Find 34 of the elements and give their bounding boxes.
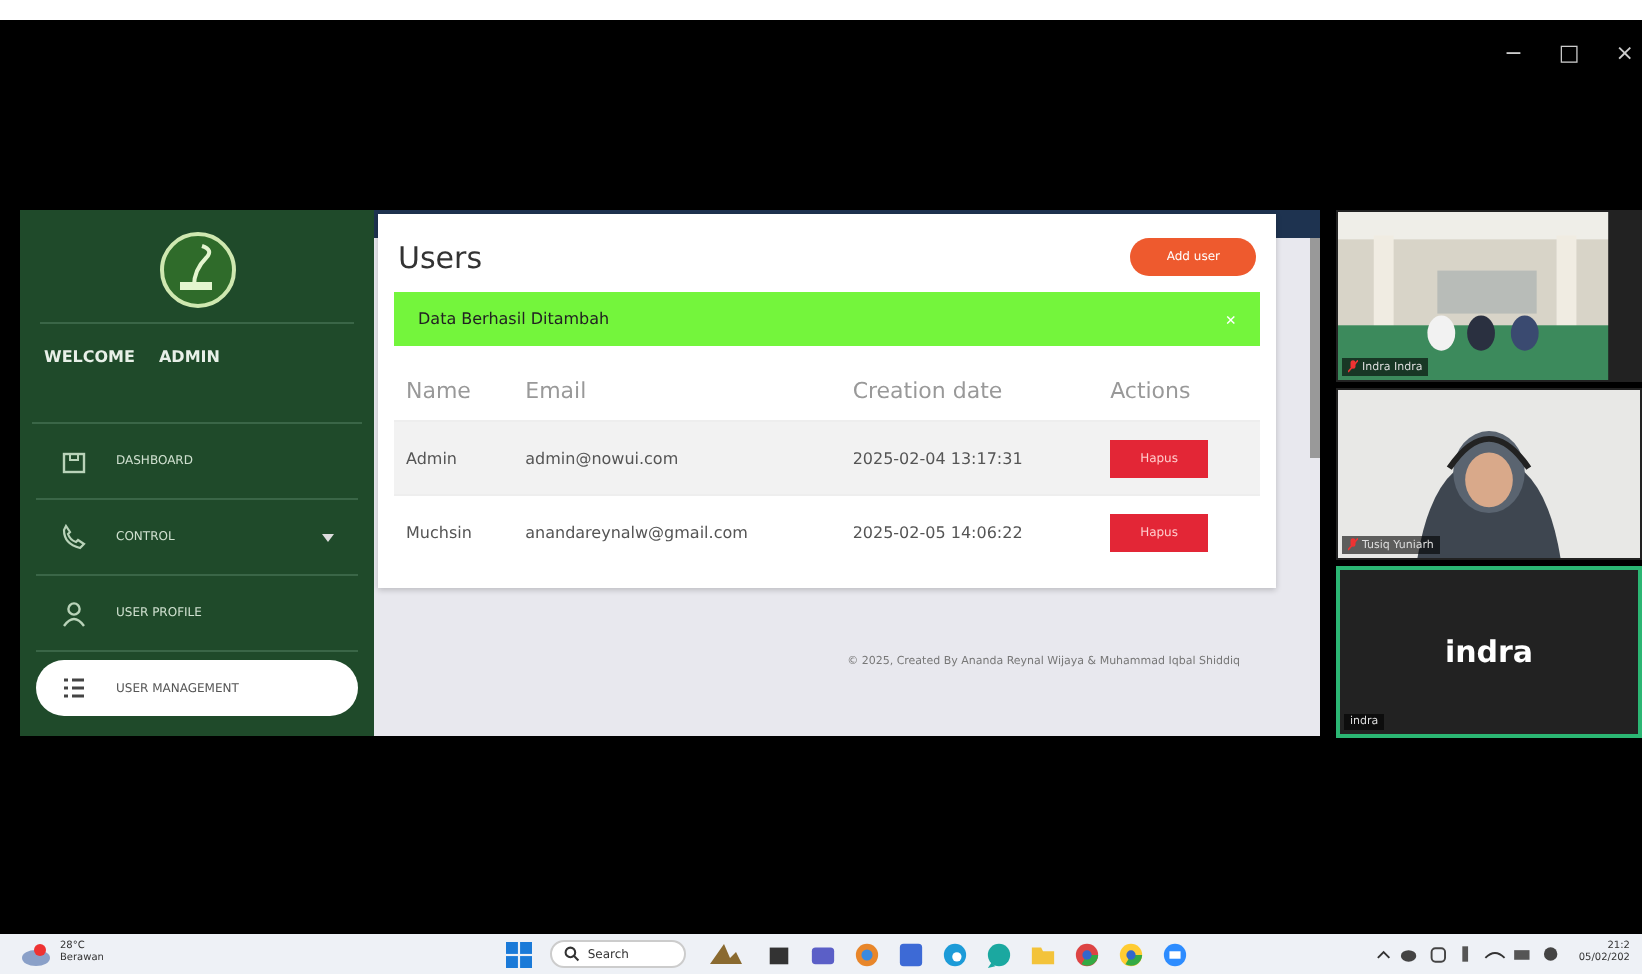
chat-bubble-icon[interactable] xyxy=(986,941,1013,967)
chrome-icon[interactable] xyxy=(1074,941,1101,967)
window-control[interactable]: − xyxy=(1504,40,1523,66)
column-header: Email xyxy=(513,362,841,421)
table-cell: Muchsin xyxy=(406,523,472,541)
table-cell: anandareynalw@gmail.com xyxy=(525,523,748,541)
page-title: Users xyxy=(398,239,483,275)
table-cell: 2025-02-04 13:17:31 xyxy=(852,449,1023,467)
phone-icon xyxy=(60,523,88,551)
column-header: Name xyxy=(394,362,514,421)
window-control[interactable]: × xyxy=(1615,40,1634,66)
box-icon xyxy=(60,447,88,475)
search-icon xyxy=(563,946,580,962)
video-call-icon[interactable] xyxy=(1162,941,1189,967)
welcome-label: WELCOME xyxy=(44,348,135,366)
column-header: Actions xyxy=(1098,362,1260,421)
windows-start-icon[interactable] xyxy=(505,941,532,967)
column-header: Creation date xyxy=(840,362,1099,421)
table-cell: admin@nowui.com xyxy=(525,449,679,467)
chrome-icon[interactable] xyxy=(1118,941,1145,967)
caret-icon xyxy=(322,531,334,543)
logo-icon xyxy=(157,230,237,310)
table-cell: Admin xyxy=(406,449,457,467)
muted-mic-icon xyxy=(1348,360,1358,374)
user-name: ADMIN xyxy=(158,348,220,366)
window-control[interactable]: □ xyxy=(1558,40,1580,66)
participant-display-name: indra xyxy=(1444,634,1534,670)
muted-mic-icon xyxy=(1348,538,1358,552)
list-icon xyxy=(60,674,88,702)
scrollbar[interactable] xyxy=(1310,238,1320,458)
weather-icon xyxy=(20,942,52,966)
person-icon xyxy=(60,599,88,627)
table-cell: 2025-02-05 14:06:22 xyxy=(852,523,1023,541)
alert-message: Data Berhasil Ditambah xyxy=(418,310,610,328)
